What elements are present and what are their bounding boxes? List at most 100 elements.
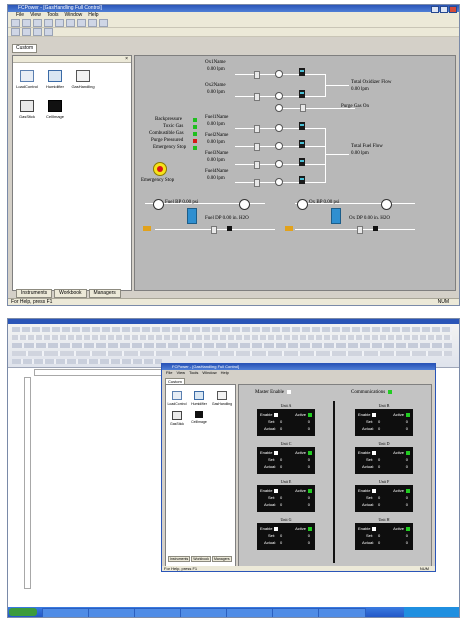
instrument-load-control[interactable]: LoadControl (15, 70, 39, 89)
instrument-humidifier[interactable]: Humidifier (43, 70, 67, 89)
fuel2-valve[interactable] (254, 143, 260, 151)
unit-enable-checkbox[interactable] (274, 488, 279, 493)
toolbar-row-2[interactable] (12, 335, 452, 340)
purge-valve[interactable] (300, 104, 306, 112)
taskbar-item-5[interactable] (226, 608, 274, 617)
status-purge-pressured: Purge Pressured (151, 138, 184, 143)
unit-set-value[interactable]: 0 (280, 533, 282, 539)
unit-enable-checkbox[interactable] (274, 412, 279, 417)
fuel-dp-valve[interactable] (211, 226, 217, 234)
status-help-text: For Help, press F1 (11, 299, 53, 305)
unit-enable-checkbox[interactable] (372, 412, 377, 417)
maximize-button[interactable] (440, 6, 448, 13)
ox2-controller-icon[interactable] (299, 90, 305, 98)
unit-enable-checkbox[interactable] (274, 450, 279, 455)
ox1-valve[interactable] (254, 71, 260, 79)
menu-tools[interactable]: Tools (47, 12, 59, 19)
tab-custom[interactable]: Custom (12, 44, 38, 53)
menu-help[interactable]: Help (88, 12, 98, 19)
ox-dp-valve[interactable] (357, 226, 363, 234)
tab-managers[interactable]: Managers (212, 556, 232, 562)
instrument-gas-handling[interactable]: GasHandling (71, 70, 95, 89)
unit-enable-checkbox[interactable] (274, 526, 279, 531)
fuel2-controller-icon[interactable] (299, 140, 305, 148)
unit-set-value[interactable]: 0 (378, 419, 380, 425)
fuel1-valve[interactable] (254, 125, 260, 133)
panel-close-icon[interactable]: × (125, 56, 128, 62)
instrument-gas-handling[interactable]: GasHandling (211, 391, 233, 406)
ox2-valve[interactable] (254, 93, 260, 101)
instrument-gas-stick[interactable]: GasStick (167, 411, 187, 426)
toolbar-row-4[interactable] (12, 351, 452, 356)
unit-set-value[interactable]: 0 (280, 457, 282, 463)
menu-window[interactable]: Window (65, 12, 83, 19)
menu-view[interactable]: View (176, 370, 185, 375)
menu-file[interactable]: File (16, 12, 24, 19)
unit-set-value[interactable]: 0 (378, 533, 380, 539)
instrument-gas-stick[interactable]: GasStick (15, 100, 39, 119)
unit-set-value[interactable]: 0 (280, 495, 282, 501)
unit-enable-label: Enable (358, 526, 371, 531)
tab-workbook[interactable]: Workbook (54, 289, 87, 298)
unit-set-mirror: 0 (405, 533, 408, 538)
fuel1-controller-icon[interactable] (299, 122, 305, 130)
total-fuel-label: Total Fuel Flow (351, 144, 383, 149)
unit-name: Unit A (280, 403, 292, 408)
unit-set-value[interactable]: 0 (378, 495, 380, 501)
forward-icon[interactable] (44, 28, 53, 36)
menu-window[interactable]: Window (202, 370, 216, 375)
unit-set-value[interactable]: 0 (280, 419, 282, 425)
toolbar-row-1[interactable] (12, 327, 452, 332)
tab-instruments[interactable]: Instruments (16, 289, 53, 298)
instrument-load-control[interactable]: LoadControl (167, 391, 187, 406)
instrument-cell-image[interactable]: CellImage (189, 411, 209, 424)
paste-icon[interactable] (66, 19, 75, 27)
menu-file[interactable]: File (166, 370, 172, 375)
unit-actual-label: Actual: (362, 426, 375, 431)
taskbar-item-7[interactable] (318, 608, 366, 617)
taskbar-item-4[interactable] (180, 608, 228, 617)
master-enable-checkbox[interactable] (287, 390, 292, 394)
stop-icon[interactable] (22, 28, 31, 36)
start-button[interactable] (9, 608, 37, 616)
print-icon[interactable] (77, 19, 86, 27)
menu-tools[interactable]: Tools (189, 370, 198, 375)
emergency-stop-button[interactable] (153, 162, 167, 176)
ox1-controller-icon[interactable] (299, 68, 305, 76)
close-button[interactable] (449, 6, 457, 13)
help-icon[interactable] (88, 19, 97, 27)
taskbar-item-2[interactable] (88, 608, 136, 617)
toolbar-row-3[interactable] (12, 343, 452, 348)
fuel3-controller-icon[interactable] (299, 158, 305, 166)
instrument-cell-image[interactable]: CellImage (43, 100, 67, 119)
tab-managers[interactable]: Managers (88, 289, 121, 298)
context-help-icon[interactable] (99, 19, 108, 27)
taskbar-item-3[interactable] (134, 608, 182, 617)
fuel3-valve[interactable] (254, 161, 260, 169)
taskbar-item-6[interactable] (272, 608, 320, 617)
taskbar-item-1[interactable] (42, 608, 90, 617)
fuel4-controller-icon[interactable] (299, 176, 305, 184)
unit-enable-checkbox[interactable] (372, 488, 377, 493)
cell-image-icon (195, 411, 203, 418)
status-num: NUM (419, 566, 429, 571)
menu-view[interactable]: View (30, 12, 41, 19)
minimize-button[interactable] (431, 6, 439, 13)
new-icon[interactable] (11, 19, 20, 27)
cut-icon[interactable] (44, 19, 53, 27)
save-icon[interactable] (33, 19, 42, 27)
instrument-humidifier[interactable]: Humidifier (189, 391, 209, 406)
tab-instruments[interactable]: Instruments (168, 556, 191, 562)
menu-help[interactable]: Help (221, 370, 229, 375)
toolbar-row-5[interactable] (12, 359, 162, 364)
copy-icon[interactable] (55, 19, 64, 27)
fuel4-valve[interactable] (254, 179, 260, 187)
unit-active-led (406, 489, 410, 493)
back-icon[interactable] (33, 28, 42, 36)
unit-enable-checkbox[interactable] (372, 526, 377, 531)
open-icon[interactable] (22, 19, 31, 27)
run-icon[interactable] (11, 28, 20, 36)
unit-enable-checkbox[interactable] (372, 450, 377, 455)
tab-workbook[interactable]: Workbook (191, 556, 211, 562)
unit-set-value[interactable]: 0 (378, 457, 380, 463)
